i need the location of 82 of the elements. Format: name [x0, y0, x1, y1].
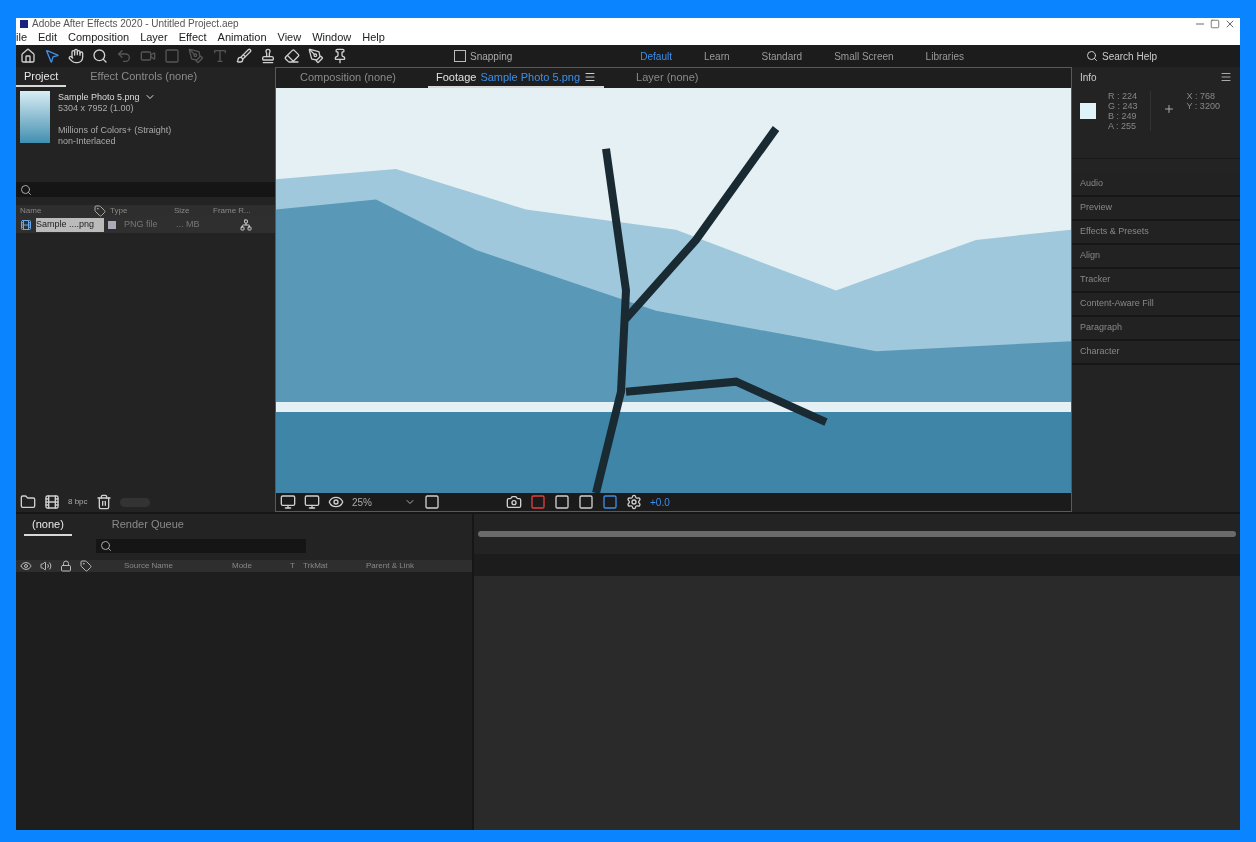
column-header[interactable]: Type [110, 205, 170, 217]
label-icon[interactable] [80, 560, 92, 572]
column-header[interactable]: Name [20, 205, 90, 217]
color-value: A : 255 [1108, 121, 1138, 131]
snapping-checkbox[interactable]: Snapping [454, 48, 513, 64]
stamp-icon[interactable] [260, 48, 276, 64]
pin-icon[interactable] [332, 48, 348, 64]
column-header[interactable]: Frame R... [213, 205, 251, 217]
color-value: R : 224 [1108, 91, 1138, 101]
column-header[interactable]: Mode [232, 560, 282, 572]
hand-icon[interactable] [68, 48, 84, 64]
timeline-search-field[interactable] [96, 539, 306, 553]
file-size: ... MB [176, 218, 201, 232]
app-logo-icon [20, 20, 28, 28]
snapshot-icon[interactable] [506, 494, 522, 510]
zoom-icon[interactable] [92, 48, 108, 64]
label-icon[interactable] [94, 205, 106, 217]
panel-tab[interactable]: Layer (none) [628, 68, 707, 88]
maximize-icon[interactable] [1210, 19, 1220, 29]
folder-icon[interactable] [20, 494, 36, 510]
exposure-value[interactable]: +0.0 [650, 494, 670, 510]
footage-name: Sample Photo 5.png [58, 91, 140, 103]
file-type: PNG file [123, 218, 159, 232]
zoom-level[interactable]: 25% [352, 494, 372, 510]
coordinate-value: Y : 3200 [1186, 101, 1220, 111]
coordinate-value: X : 768 [1186, 91, 1217, 101]
panel-menu-icon[interactable] [1220, 71, 1232, 83]
pointer-icon[interactable] [44, 48, 60, 64]
column-header[interactable]: Parent & Link [365, 560, 414, 572]
window-title: Adobe After Effects 2020 - Untitled Project.aep [32, 19, 239, 29]
search-help-field[interactable]: Search Help [1102, 48, 1222, 64]
visibility-icon[interactable] [20, 560, 32, 572]
menu-item[interactable]: Help [362, 29, 385, 46]
audio-icon[interactable] [40, 560, 52, 572]
panel-tab[interactable]: (none) [24, 514, 72, 536]
project-search-field[interactable] [16, 182, 275, 197]
footage-info: 5304 x 7952 (1.00) [58, 103, 135, 114]
menu-item[interactable]: Layer [140, 29, 168, 46]
workspace-tab[interactable]: Small Screen [822, 48, 906, 64]
search-icon [1086, 50, 1098, 62]
workspace-tab[interactable]: Standard [749, 48, 815, 64]
menu-item[interactable]: Animation [217, 29, 267, 46]
panel-tab[interactable]: Render Queue [103, 514, 192, 536]
crosshair-icon [1162, 103, 1175, 115]
menu-item[interactable]: Window [312, 29, 352, 46]
file-icon [20, 219, 32, 231]
close-icon[interactable] [1224, 18, 1236, 30]
footage-info: Millions of Colors+ (Straight) [58, 125, 172, 136]
color-value: G : 243 [1108, 101, 1138, 111]
trash-icon[interactable] [95, 494, 112, 510]
lock-icon[interactable] [60, 560, 72, 572]
workspace-tab[interactable]: Libraries [913, 48, 976, 64]
settings-icon[interactable] [626, 494, 642, 510]
flowchart-icon[interactable] [240, 219, 252, 231]
brush-icon[interactable] [236, 48, 252, 64]
panel-tab[interactable]: Composition (none) [292, 68, 404, 88]
panel-menu-icon[interactable] [584, 71, 597, 83]
menu-item[interactable]: View [277, 29, 302, 46]
home-icon[interactable] [20, 48, 36, 64]
project-row[interactable]: Sample ....png PNG file ... MB [16, 217, 275, 233]
bit-depth-label[interactable]: 8 bpc [68, 496, 88, 508]
search-icon [100, 540, 112, 552]
photo-thumbnail [20, 91, 50, 143]
panel-tab[interactable]: Project [16, 67, 67, 87]
panel-tab[interactable]: Effect Controls (none) [82, 67, 206, 87]
column-header[interactable]: Size [174, 205, 209, 217]
footage-info: non-Interlaced [58, 136, 117, 147]
workspace-tab[interactable]: Default [628, 48, 684, 64]
column-header[interactable]: Source Name [124, 560, 224, 572]
menu-item[interactable]: Composition [68, 29, 130, 46]
workspace-tab[interactable]: Learn [691, 48, 742, 64]
column-header[interactable]: TrkMat [302, 560, 358, 572]
menu-item[interactable]: Edit [38, 29, 57, 46]
menu-item[interactable]: ile [16, 29, 27, 46]
color-value: B : 249 [1108, 111, 1138, 121]
label-swatch [108, 221, 116, 229]
search-icon [20, 183, 32, 196]
eraser-icon[interactable] [284, 48, 300, 64]
column-header[interactable]: T [290, 560, 295, 572]
panel-title: Info [1080, 70, 1097, 85]
file-name: Sample ....png [36, 218, 104, 232]
menu-item[interactable]: Effect [178, 29, 207, 46]
